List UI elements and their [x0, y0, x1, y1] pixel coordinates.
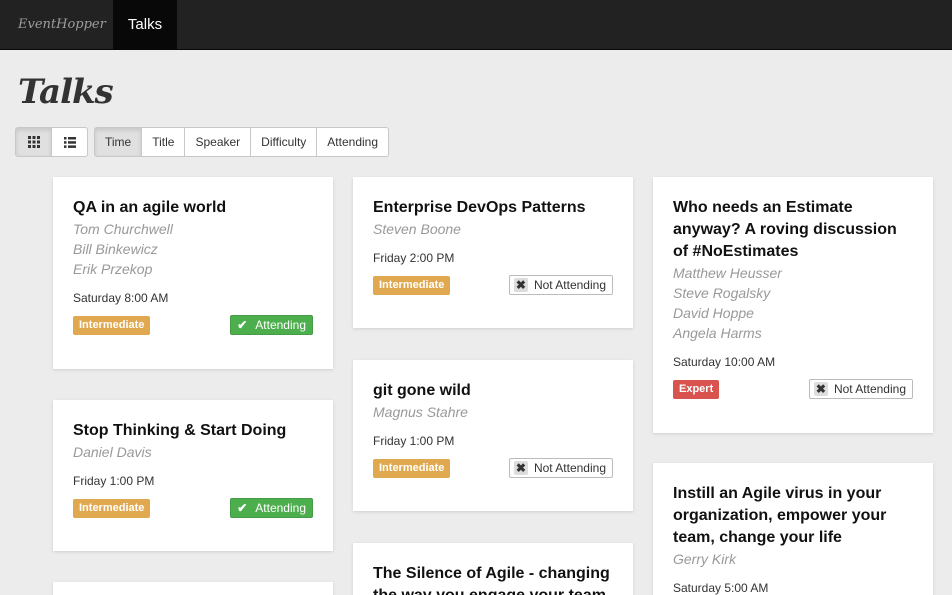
- talk-title[interactable]: Enterprise DevOps Patterns: [373, 197, 613, 219]
- attend-label: Not Attending: [833, 382, 906, 396]
- attending-toggle[interactable]: ✔ Attending: [230, 498, 313, 518]
- speaker-name: Matthew Heusser: [673, 265, 782, 281]
- talk-card[interactable]: Enterprise DevOps Patterns Steven Boone …: [353, 177, 633, 328]
- difficulty-badge: Intermediate: [373, 276, 451, 295]
- speaker-list: Matthew Heusser Steve Rogalsky David Hop…: [673, 263, 913, 343]
- speaker-name: Steve Rogalsky: [673, 285, 771, 301]
- nav-item-talks[interactable]: Talks: [113, 0, 177, 50]
- talk-card[interactable]: Stop Thinking & Start Doing Daniel Davis…: [53, 400, 333, 551]
- sort-attending-button[interactable]: Attending: [316, 127, 390, 157]
- card-footer: Expert ✖ Not Attending: [673, 379, 913, 401]
- talk-time: Saturday 10:00 AM: [673, 355, 776, 369]
- attend-label: Attending: [255, 501, 306, 515]
- talk-title[interactable]: Who needs an Estimate anyway? A roving d…: [673, 197, 913, 263]
- talk-title[interactable]: git gone wild: [373, 380, 613, 402]
- talk-time: Friday 1:00 PM: [73, 474, 155, 488]
- navbar: EventHopper Talks: [0, 0, 952, 50]
- attend-label: Not Attending: [533, 278, 606, 292]
- close-icon: ✖: [513, 278, 528, 292]
- talk-card[interactable]: Instill an Agile virus in your organizat…: [653, 463, 933, 595]
- talk-card[interactable]: [53, 582, 333, 595]
- talk-time: Friday 1:00 PM: [373, 434, 455, 448]
- card-footer: Intermediate ✖ Not Attending: [373, 275, 613, 297]
- speaker-list: Daniel Davis: [73, 442, 313, 462]
- talk-time: Saturday 5:00 AM: [673, 581, 769, 595]
- card-footer: Intermediate ✖ Not Attending: [373, 458, 613, 480]
- talk-card[interactable]: Who needs an Estimate anyway? A roving d…: [653, 177, 933, 433]
- speaker-name: Bill Binkewicz: [73, 241, 158, 257]
- speaker-name: Gerry Kirk: [673, 551, 736, 567]
- difficulty-badge: Intermediate: [373, 459, 451, 478]
- difficulty-badge: Intermediate: [73, 316, 151, 335]
- page-title: Talks: [18, 72, 114, 112]
- speaker-name: Daniel Davis: [73, 444, 152, 460]
- speaker-list: Tom Churchwell Bill Binkewicz Erik Przek…: [73, 219, 313, 279]
- talk-card[interactable]: The Silence of Agile - changing the way …: [353, 543, 633, 595]
- sort-difficulty-button[interactable]: Difficulty: [250, 127, 318, 157]
- speaker-list: Magnus Stahre: [373, 402, 613, 422]
- card-footer: Intermediate ✔ Attending: [73, 315, 313, 337]
- attending-toggle[interactable]: ✔ Attending: [230, 315, 313, 335]
- speaker-name: Erik Przekop: [73, 261, 153, 277]
- attending-toggle[interactable]: ✖ Not Attending: [808, 379, 913, 399]
- close-icon: ✖: [513, 461, 528, 475]
- talk-time: Friday 2:00 PM: [373, 251, 455, 265]
- speaker-name: Magnus Stahre: [373, 404, 468, 420]
- talk-time: Saturday 8:00 AM: [73, 291, 169, 305]
- speaker-name: Angela Harms: [673, 325, 762, 341]
- check-icon: ✔: [237, 501, 248, 515]
- attending-toggle[interactable]: ✖ Not Attending: [508, 275, 613, 295]
- list-icon: [63, 136, 76, 148]
- check-icon: ✔: [237, 318, 248, 332]
- attend-label: Not Attending: [533, 461, 606, 475]
- talk-card[interactable]: QA in an agile world Tom Churchwell Bill…: [53, 177, 333, 369]
- sort-time-button[interactable]: Time: [94, 127, 143, 157]
- sort-title-button[interactable]: Title: [141, 127, 186, 157]
- difficulty-badge: Expert: [673, 380, 720, 399]
- grid-icon: [27, 136, 40, 148]
- talk-title[interactable]: QA in an agile world: [73, 197, 313, 219]
- speaker-list: Gerry Kirk: [673, 549, 913, 569]
- talk-title[interactable]: Instill an Agile virus in your organizat…: [673, 483, 913, 549]
- close-icon: ✖: [813, 382, 828, 396]
- speaker-name: Steven Boone: [373, 221, 461, 237]
- list-view-button[interactable]: [51, 127, 88, 157]
- card-footer: Intermediate ✔ Attending: [73, 498, 313, 520]
- brand-logo[interactable]: EventHopper: [0, 0, 113, 50]
- speaker-name: Tom Churchwell: [73, 221, 173, 237]
- speaker-list: Steven Boone: [373, 219, 613, 239]
- difficulty-badge: Intermediate: [73, 499, 151, 518]
- grid-view-button[interactable]: [15, 127, 52, 157]
- talk-card[interactable]: git gone wild Magnus Stahre Friday 1:00 …: [353, 360, 633, 511]
- talk-title[interactable]: The Silence of Agile - changing the way …: [373, 563, 613, 595]
- attend-label: Attending: [255, 318, 306, 332]
- attending-toggle[interactable]: ✖ Not Attending: [508, 458, 613, 478]
- sort-speaker-button[interactable]: Speaker: [184, 127, 252, 157]
- talk-title[interactable]: Stop Thinking & Start Doing: [73, 420, 313, 442]
- view-toggle-group: [15, 127, 88, 157]
- sort-button-group: Time Title Speaker Difficulty Attending: [94, 127, 390, 157]
- speaker-name: David Hoppe: [673, 305, 754, 321]
